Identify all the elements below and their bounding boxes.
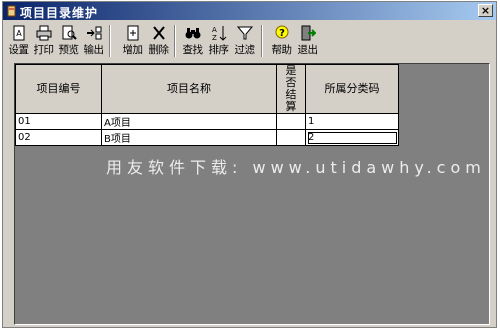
column-header-project-code[interactable]: 项目编号 — [15, 64, 102, 114]
settings-label: 设置 — [8, 44, 30, 56]
close-button[interactable]: × — [478, 4, 493, 17]
watermark-text: 用友软件下载: www.utidawhy.com — [106, 158, 486, 177]
cell-settled[interactable] — [276, 113, 306, 130]
export-button[interactable]: 输出 — [82, 23, 105, 58]
exit-label: 退出 — [297, 44, 319, 56]
toolbar-separator — [261, 25, 263, 57]
settings-button[interactable]: A 设置 — [7, 23, 30, 58]
find-button[interactable]: 查找 — [181, 23, 204, 58]
export-label: 输出 — [83, 44, 105, 56]
filter-button[interactable]: 过滤 — [233, 23, 256, 58]
window-title: 项目目录维护 — [20, 6, 99, 20]
project-catalog-window: 项目目录维护 × A 设置 打印 预览 输出 增加 删除 查找 A Z 排序 过… — [2, 1, 497, 328]
cell-category-code[interactable]: 1 — [305, 113, 399, 130]
cell-settled[interactable] — [276, 129, 306, 146]
sort-label: 排序 — [208, 44, 230, 56]
help-icon: ? — [275, 25, 288, 39]
project-table: 项目编号 项目名称 是否结算 所属分类码 01 A项目 1 02 B项目 2 — [15, 64, 399, 146]
binoculars-icon — [185, 28, 200, 39]
delete-icon — [152, 26, 165, 40]
table-row[interactable]: 01 A项目 1 — [15, 113, 399, 130]
table-row[interactable]: 02 B项目 2 — [15, 129, 399, 146]
add-label: 增加 — [122, 44, 144, 56]
toolbar-separator — [174, 25, 176, 57]
table-header-row: 项目编号 项目名称 是否结算 所属分类码 — [15, 64, 399, 114]
cell-project-name[interactable]: B项目 — [101, 129, 277, 146]
preview-icon — [62, 25, 77, 40]
add-button[interactable]: 增加 — [121, 23, 144, 58]
printer-icon — [36, 25, 51, 41]
print-button[interactable]: 打印 — [32, 23, 55, 58]
delete-label: 删除 — [148, 44, 170, 56]
delete-button[interactable]: 删除 — [147, 23, 170, 58]
toolbar: A 设置 打印 预览 输出 增加 删除 查找 AZ 排序 过滤 ? 帮助 退出 — [5, 23, 494, 59]
add-icon — [127, 25, 138, 41]
cell-project-name[interactable]: A项目 — [101, 113, 277, 130]
preview-button[interactable]: 预览 — [57, 23, 80, 58]
svg-text:?: ? — [279, 28, 285, 39]
svg-text:A: A — [212, 26, 217, 34]
column-header-settled[interactable]: 是否结算 — [276, 64, 306, 114]
cell-project-code[interactable]: 01 — [15, 113, 102, 130]
svg-text:Z: Z — [212, 34, 217, 41]
title-bar: 项目目录维护 × — [3, 2, 496, 20]
toolbar-separator — [109, 25, 111, 57]
find-label: 查找 — [182, 44, 204, 56]
print-label: 打印 — [33, 44, 55, 56]
filter-label: 过滤 — [234, 44, 256, 56]
exit-button[interactable]: 退出 — [296, 23, 319, 58]
column-header-category-code[interactable]: 所属分类码 — [305, 64, 399, 114]
data-grid[interactable]: 项目编号 项目名称 是否结算 所属分类码 01 A项目 1 02 B项目 2 — [14, 63, 490, 325]
preview-label: 预览 — [58, 44, 80, 56]
help-button[interactable]: ? 帮助 — [270, 23, 293, 58]
sort-button[interactable]: AZ 排序 — [207, 23, 230, 58]
filter-icon — [236, 26, 253, 40]
help-label: 帮助 — [271, 44, 293, 56]
cell-project-code[interactable]: 02 — [15, 129, 102, 146]
svg-text:A: A — [16, 29, 22, 38]
column-header-project-name[interactable]: 项目名称 — [101, 64, 277, 114]
app-icon — [7, 5, 16, 17]
exit-icon — [301, 25, 316, 41]
sort-icon: AZ — [212, 26, 226, 41]
settings-icon: A — [13, 25, 24, 41]
cell-category-code-editing[interactable]: 2 — [305, 129, 399, 146]
export-icon — [86, 26, 101, 40]
